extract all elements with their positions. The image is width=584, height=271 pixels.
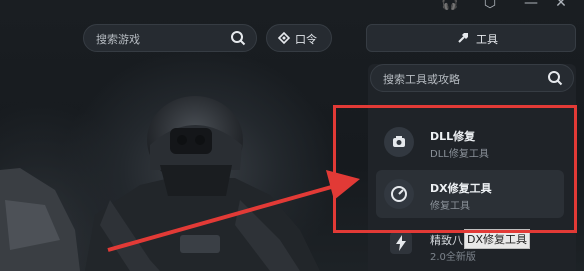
pointer-arrow — [107, 170, 360, 252]
